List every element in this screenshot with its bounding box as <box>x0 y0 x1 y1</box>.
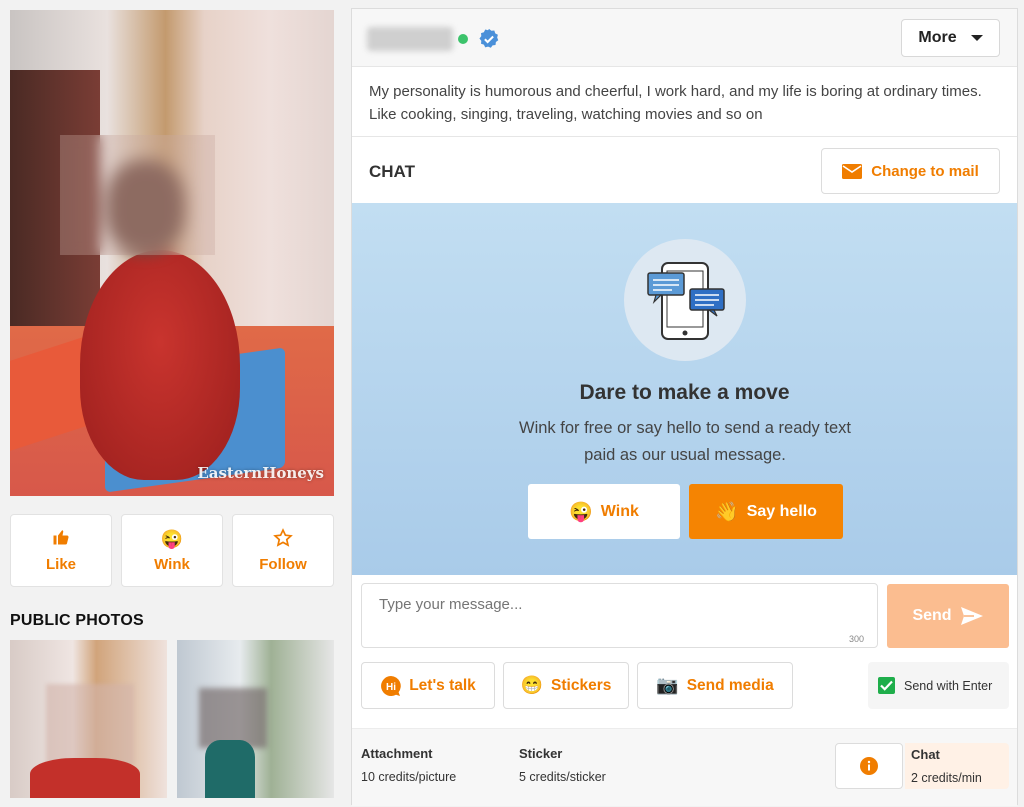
public-photo-thumbnail[interactable] <box>177 640 334 798</box>
hi-bubble-icon: Hi <box>381 675 401 696</box>
char-limit-counter: 300 <box>849 634 865 644</box>
wink-action-button[interactable]: 😜 Wink <box>121 514 223 587</box>
profile-header: More <box>352 9 1017 67</box>
pricing-footer: Attachment 10 credits/picture Sticker 5 … <box>352 728 1017 806</box>
camera-icon: 📷 <box>656 675 679 695</box>
attachment-pricing: Attachment 10 credits/picture <box>361 746 456 784</box>
lets-talk-button[interactable]: Hi Let's talk <box>361 662 495 709</box>
chat-panel: More My personality is humorous and chee… <box>351 8 1018 806</box>
attachment-price: 10 credits/picture <box>361 770 457 784</box>
svg-text:Hi: Hi <box>386 682 396 693</box>
banner-subtitle: Wink for free or say hello to send a rea… <box>519 419 851 464</box>
sticker-title: Sticker <box>519 746 563 761</box>
follow-button[interactable]: Follow <box>232 514 334 587</box>
waving-hand-icon: 👋 <box>715 501 739 523</box>
wink-emoji-icon: 😜 <box>160 529 184 549</box>
thumbs-up-icon <box>52 528 70 550</box>
like-button[interactable]: Like <box>10 514 112 587</box>
like-label: Like <box>45 556 76 573</box>
info-icon <box>860 757 878 775</box>
send-button[interactable]: Send <box>887 584 1009 648</box>
banner-title: Dare to make a move <box>579 381 790 404</box>
profile-name-blurred <box>367 27 453 51</box>
thumb-figure <box>30 758 140 798</box>
first-move-banner: Dare to make a move Wink for free or say… <box>352 203 1017 575</box>
attachment-title: Attachment <box>361 746 433 761</box>
checkbox-checked-icon[interactable] <box>878 677 895 694</box>
send-with-enter-label: Send with Enter <box>904 678 993 693</box>
verified-badge-icon <box>479 28 499 48</box>
stickers-label: Stickers <box>551 676 612 694</box>
sticker-emoji-icon: 😁 <box>520 675 544 695</box>
chat-price-title: Chat <box>911 747 940 762</box>
envelope-icon <box>842 163 863 179</box>
profile-action-buttons: Like 😜 Wink Follow <box>10 514 334 587</box>
send-media-button[interactable]: 📷 Send media <box>637 662 793 709</box>
photo-figure <box>80 250 240 480</box>
wink-action-label: Wink <box>154 556 190 573</box>
say-hello-label: Say hello <box>746 502 817 520</box>
photo-blur-region <box>60 135 215 255</box>
follow-label: Follow <box>259 556 307 573</box>
info-button[interactable] <box>835 743 903 789</box>
message-input[interactable] <box>361 583 878 648</box>
lets-talk-label: Let's talk <box>409 676 476 694</box>
phone-chat-icon <box>647 262 725 340</box>
sticker-pricing: Sticker 5 credits/sticker <box>519 746 606 784</box>
wink-emoji-icon: 😜 <box>569 501 593 523</box>
profile-bio: My personality is humorous and cheerful,… <box>369 83 982 123</box>
wink-button[interactable]: 😜 Wink <box>528 484 680 539</box>
chat-price: 2 credits/min <box>911 771 982 785</box>
more-dropdown-button[interactable]: More <box>901 19 1000 57</box>
public-photo-thumbnail[interactable] <box>10 640 167 798</box>
wink-label: Wink <box>600 502 639 520</box>
thumb-figure <box>205 740 255 798</box>
send-with-enter-toggle[interactable]: Send with Enter <box>868 662 1009 709</box>
sticker-price: 5 credits/sticker <box>519 770 606 784</box>
send-label: Send <box>912 607 952 624</box>
chat-section-title: CHAT <box>369 162 415 181</box>
star-icon <box>273 528 293 550</box>
profile-main-photo[interactable]: EasternHoneys <box>10 10 334 496</box>
thumb-blur-region <box>199 688 267 748</box>
say-hello-button[interactable]: 👋 Say hello <box>689 484 843 539</box>
caret-down-icon <box>970 35 983 41</box>
send-media-label: Send media <box>686 676 774 694</box>
phone-chat-illustration <box>624 239 746 361</box>
change-to-mail-button[interactable]: Change to mail <box>821 148 1000 194</box>
change-to-mail-label: Change to mail <box>871 162 979 180</box>
divider <box>352 136 1017 137</box>
chat-pricing: Chat 2 credits/min <box>905 743 1009 789</box>
more-label: More <box>918 29 957 46</box>
photo-watermark: EasternHoneys <box>197 464 324 482</box>
online-status-icon <box>458 34 468 44</box>
paper-plane-icon <box>960 607 983 625</box>
thumb-blur-region <box>46 684 134 766</box>
stickers-button[interactable]: 😁 Stickers <box>503 662 629 709</box>
public-photos-title: PUBLIC PHOTOS <box>10 612 144 629</box>
